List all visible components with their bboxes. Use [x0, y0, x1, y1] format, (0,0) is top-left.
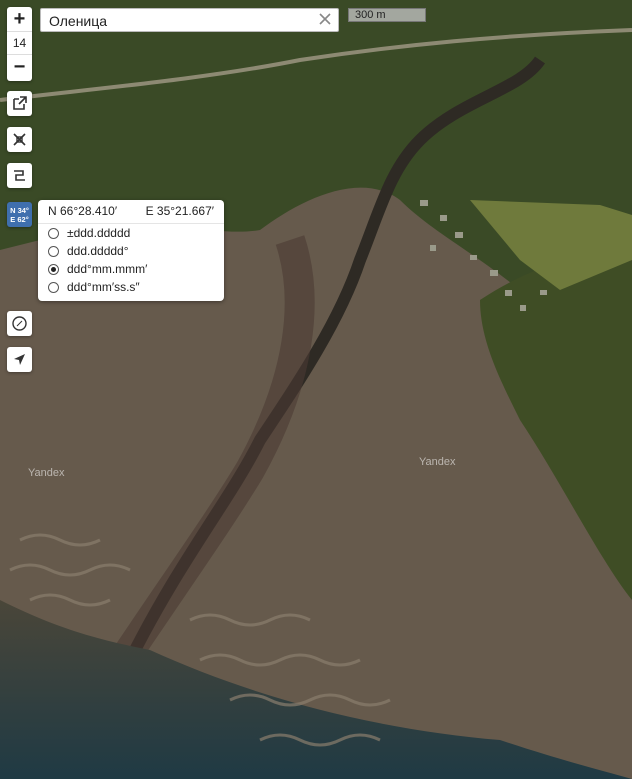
satellite-icon: [13, 133, 26, 146]
zoom-in-button[interactable]: +: [7, 7, 32, 31]
close-icon[interactable]: [318, 12, 332, 26]
coordinates-popup: N 66°28.410′ E 35°21.667′ ±ddd.ddddd ddd.…: [38, 200, 224, 301]
coordinate-format-label: ddd°mm′ss.s″: [67, 280, 140, 294]
satellite-layer-button[interactable]: [7, 127, 32, 152]
coordinate-format-label: ±ddd.ddddd: [67, 226, 131, 240]
latitude-value: N 66°28.410′: [48, 204, 118, 218]
coordinates-button-lon: E 62°: [10, 214, 29, 224]
scale-bar: 300 m: [348, 8, 426, 22]
radio-button[interactable]: [48, 227, 59, 239]
search-input[interactable]: [47, 10, 316, 32]
search-box: [40, 8, 339, 32]
zoom-out-button[interactable]: −: [7, 55, 32, 79]
yandex-watermark: Yandex: [419, 456, 456, 468]
satellite-map[interactable]: [0, 0, 632, 779]
yandex-watermark: Yandex: [28, 467, 65, 479]
map-layers-button[interactable]: [7, 163, 32, 188]
locate-button[interactable]: [7, 347, 32, 372]
coordinate-format-label: ddd.ddddd°: [67, 244, 129, 258]
zoom-level: 14: [7, 31, 32, 55]
coordinate-format-option[interactable]: ddd°mm′ss.s″: [38, 278, 224, 296]
coordinate-format-option[interactable]: ddd.ddddd°: [38, 242, 224, 260]
external-link-icon: [13, 96, 27, 110]
radio-button[interactable]: [48, 281, 59, 293]
compass-icon: [12, 316, 27, 331]
radio-button[interactable]: [48, 263, 59, 275]
coordinate-format-option[interactable]: ±ddd.ddddd: [38, 224, 224, 242]
compass-button[interactable]: [7, 311, 32, 336]
external-link-button[interactable]: [7, 91, 32, 116]
locate-icon: [14, 354, 25, 365]
coordinate-format-option[interactable]: ddd°mm.mmm′: [38, 260, 224, 278]
map-layers-icon: [14, 170, 25, 181]
coordinate-format-label: ddd°mm.mmm′: [67, 262, 148, 276]
coordinates-button[interactable]: N 34° E 62°: [7, 202, 32, 227]
longitude-value: E 35°21.667′: [145, 204, 214, 218]
zoom-control: + 14 −: [7, 7, 32, 81]
radio-button[interactable]: [48, 245, 59, 257]
coordinates-button-lat: N 34°: [10, 205, 29, 215]
